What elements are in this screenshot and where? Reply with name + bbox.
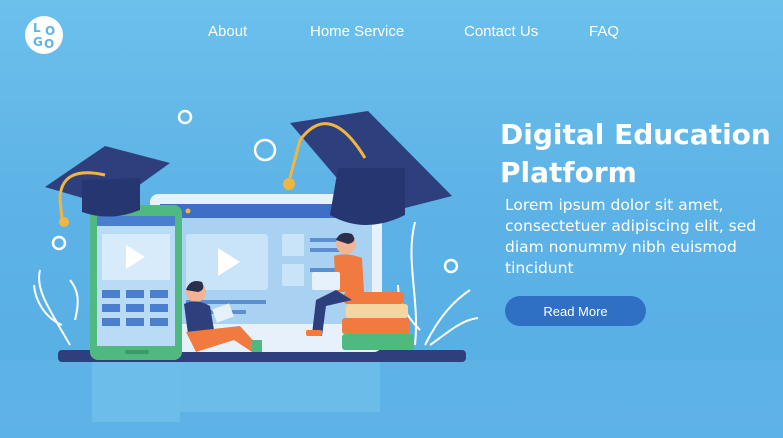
- book-stack-icon: [342, 292, 414, 350]
- hero-title: Digital Education Platform: [500, 116, 780, 192]
- read-more-button[interactable]: Read More: [505, 296, 646, 326]
- plant-icon: [33, 269, 79, 346]
- reflection-phone: [92, 362, 180, 422]
- deco-circle: [177, 109, 193, 125]
- deco-circle: [443, 258, 459, 274]
- deco-circle: [253, 138, 277, 162]
- hero-description: Lorem ipsum dolor sit amet, consectetuer…: [505, 196, 757, 277]
- hero-title-line2: Platform: [500, 156, 637, 189]
- reflection-laptop: [180, 362, 380, 412]
- deco-circle: [51, 235, 67, 251]
- hero-title-line1: Digital Education: [500, 118, 771, 151]
